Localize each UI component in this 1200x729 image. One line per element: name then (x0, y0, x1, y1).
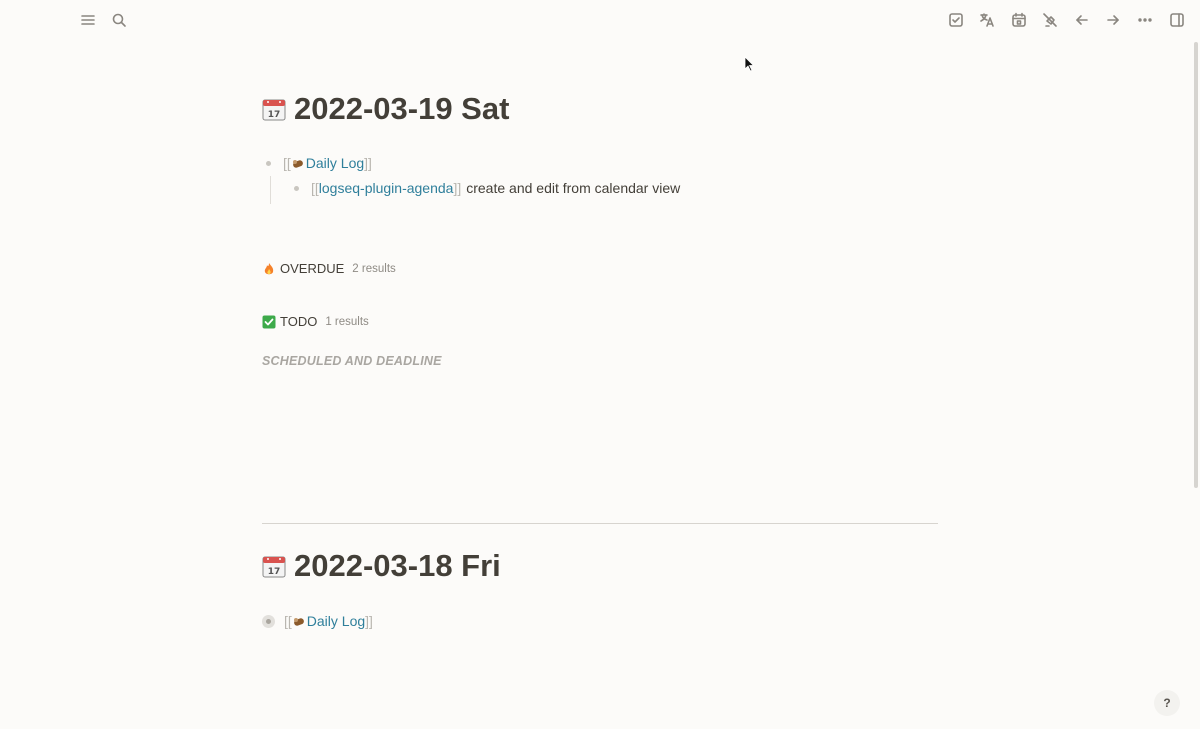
arrow-right-icon[interactable] (1104, 11, 1122, 29)
block-bullet-collapsed[interactable] (262, 614, 275, 628)
ref-bracket-open: [[ (311, 180, 319, 196)
page-ref-daily-log[interactable]: Daily Log (307, 613, 365, 629)
log-emoji-icon (293, 618, 304, 626)
help-button[interactable]: ? (1154, 690, 1180, 716)
page-ref-daily-log[interactable]: Daily Log (306, 155, 364, 171)
scheduled-deadline-heading[interactable]: SCHEDULED AND DEADLINE (262, 354, 442, 368)
block-daily-log[interactable]: [[ Daily Log ]] (262, 611, 373, 631)
block-daily-log[interactable]: [[ Daily Log ]] (266, 153, 372, 173)
calendar-emoji-icon: 17 (262, 556, 286, 578)
ref-bracket-open: [[ (283, 155, 291, 171)
search-icon[interactable] (110, 11, 128, 29)
arrow-left-icon[interactable] (1073, 11, 1091, 29)
ref-bracket-close: ]] (364, 155, 372, 171)
query-count: 2 results (352, 262, 396, 275)
block-plugin-agenda[interactable]: [[ logseq-plugin-agenda ]] create and ed… (294, 178, 680, 198)
journal-date: 2022-03-19 Sat (294, 91, 510, 126)
scrollbar[interactable] (1194, 42, 1198, 488)
query-count: 1 results (325, 315, 369, 328)
block-bullet[interactable] (266, 160, 271, 166)
calendar-emoji-icon: 17 (262, 99, 286, 121)
journal-divider (262, 523, 938, 524)
menu-icon[interactable] (79, 11, 97, 29)
svg-text:17: 17 (268, 567, 281, 577)
query-title: TODO (280, 314, 318, 329)
check-mark-emoji-icon (262, 315, 276, 328)
journal-title[interactable]: 17 2022-03-19 Sat (262, 89, 938, 129)
highlighter-off-icon[interactable] (1041, 11, 1059, 29)
query-todo[interactable]: TODO 1 results (262, 314, 369, 329)
calendar-icon[interactable] (1010, 11, 1028, 29)
journal-title[interactable]: 17 2022-03-18 Fri (262, 546, 938, 586)
query-title: OVERDUE (280, 261, 345, 276)
help-label: ? (1163, 696, 1171, 710)
log-emoji-icon (292, 160, 303, 168)
svg-text:17: 17 (268, 110, 281, 120)
query-overdue[interactable]: OVERDUE 2 results (262, 261, 396, 276)
journal-entry: 17 2022-03-18 Fri (262, 546, 938, 586)
checkbox-icon[interactable] (947, 11, 965, 29)
ref-bracket-close: ]] (365, 613, 373, 629)
fire-emoji-icon (264, 262, 274, 274)
translate-icon[interactable] (978, 11, 996, 29)
journal-date: 2022-03-18 Fri (294, 548, 501, 583)
top-toolbar (0, 0, 1200, 42)
journal-entry: 17 2022-03-19 Sat (262, 89, 938, 129)
ref-bracket-close: ]] (453, 180, 462, 196)
thread-line (270, 176, 271, 204)
mouse-cursor-icon (744, 56, 755, 72)
block-bullet[interactable] (294, 185, 299, 191)
more-icon[interactable] (1136, 11, 1154, 29)
sidebar-toggle-icon[interactable] (1168, 11, 1186, 29)
block-text: create and edit from calendar view (466, 180, 681, 196)
ref-bracket-open: [[ (284, 613, 292, 629)
page-ref-logseq-plugin-agenda[interactable]: logseq-plugin-agenda (319, 180, 454, 196)
